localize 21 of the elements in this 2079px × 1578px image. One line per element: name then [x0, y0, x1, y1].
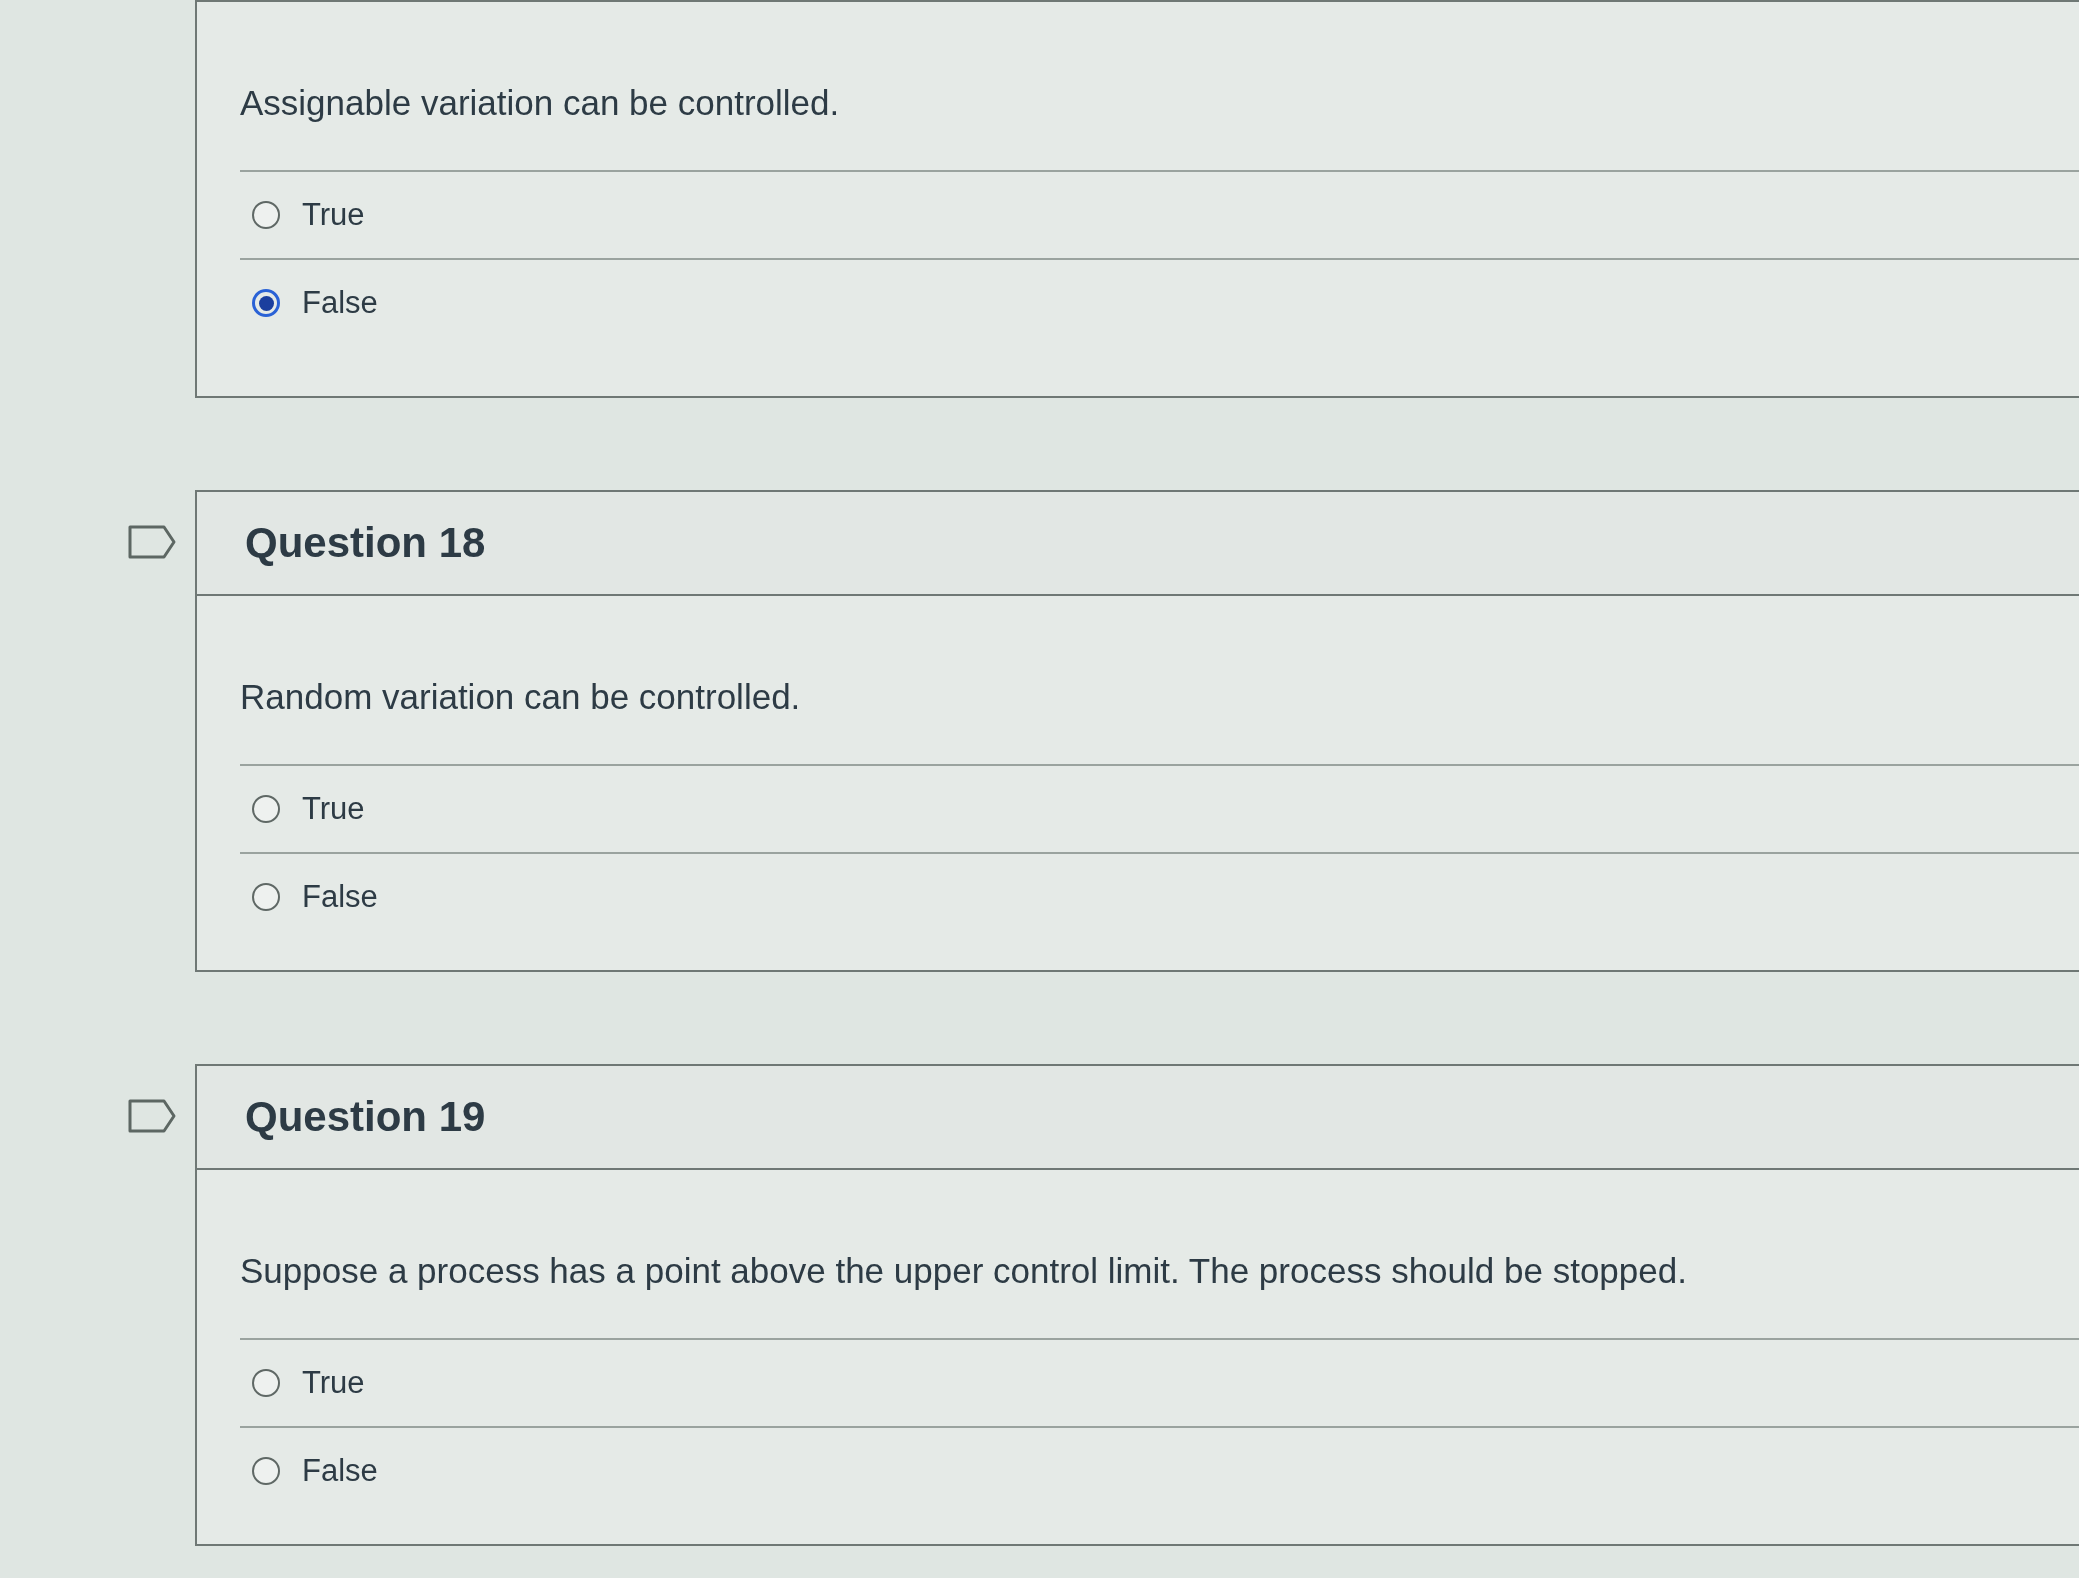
- question-text: Random variation can be controlled.: [240, 676, 802, 718]
- option-label: True: [302, 790, 365, 828]
- option-label: False: [302, 878, 378, 916]
- radio-button[interactable]: [252, 883, 280, 911]
- option-label: True: [302, 196, 365, 234]
- option-label: False: [302, 1452, 378, 1490]
- option-label: True: [302, 1364, 365, 1402]
- tag-outline-icon: [128, 525, 176, 559]
- radio-button[interactable]: [252, 201, 280, 229]
- question-title: Question 18: [245, 518, 486, 568]
- radio-button[interactable]: [252, 289, 280, 317]
- radio-button[interactable]: [252, 1369, 280, 1397]
- tag-outline-icon: [128, 1099, 176, 1133]
- question-text: Assignable variation can be controlled.: [240, 82, 841, 124]
- radio-button[interactable]: [252, 1457, 280, 1485]
- option-label: False: [302, 284, 378, 322]
- flag-question-button[interactable]: [128, 1099, 176, 1133]
- question-title: Question 19: [245, 1092, 486, 1142]
- flag-question-button[interactable]: [128, 525, 176, 559]
- radio-button[interactable]: [252, 795, 280, 823]
- question-text: Suppose a process has a point above the upper control limit. The process should be stopped.: [240, 1250, 1688, 1292]
